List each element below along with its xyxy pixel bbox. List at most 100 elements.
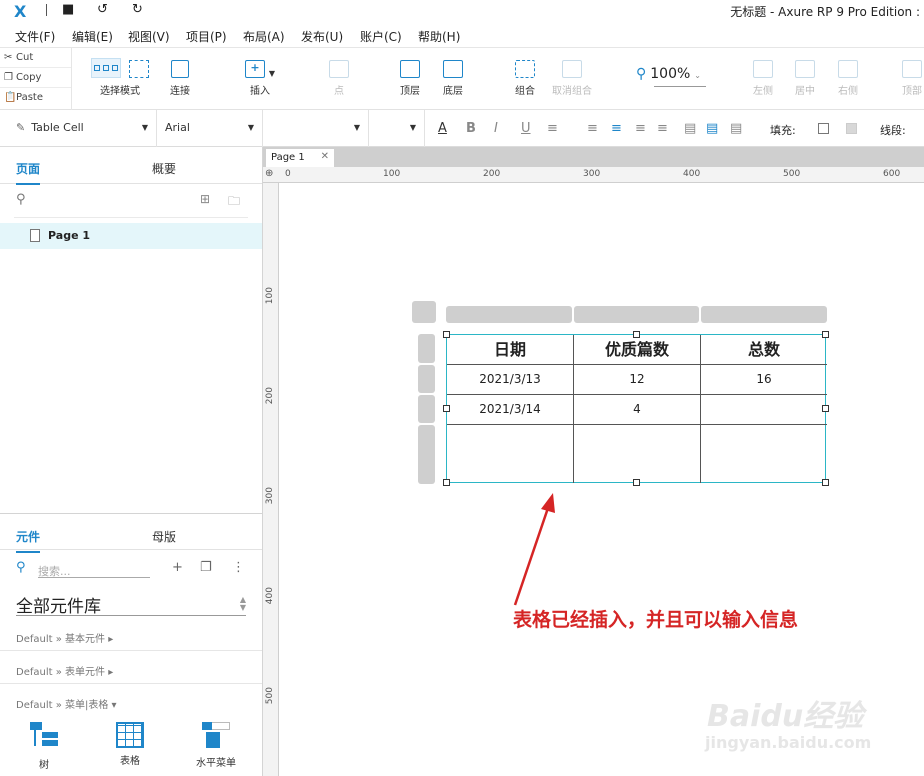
table-cell[interactable]: 4 (574, 395, 701, 425)
align-right-button[interactable]: 右侧 (833, 48, 863, 110)
bullet-list-icon[interactable]: ≡ (547, 121, 558, 136)
axure-logo-icon: X (14, 2, 27, 21)
ungroup-button[interactable]: 取消组合 (548, 48, 596, 110)
text-color-icon[interactable]: A (438, 121, 447, 136)
resize-handle[interactable] (443, 405, 450, 412)
column-selector[interactable] (701, 306, 827, 323)
valign-top-icon[interactable]: ▤ (684, 121, 696, 136)
align-left-button[interactable]: 左侧 (748, 48, 778, 110)
widget-tree[interactable]: 树 (14, 722, 74, 771)
section-menu-table[interactable]: Default » 菜单|表格 ▾ (0, 684, 262, 717)
align-text-left-icon[interactable]: ≡ (587, 121, 598, 136)
table-header-cell[interactable]: 优质篇数 (574, 335, 701, 365)
row-selector[interactable] (418, 334, 435, 363)
insert-button[interactable]: + ▼ 插入 (240, 48, 280, 110)
copy-button[interactable]: ❐ Copy (0, 68, 71, 88)
row-selector[interactable] (418, 395, 435, 423)
menu-edit[interactable]: 编辑(E) (72, 28, 113, 45)
page-tab[interactable]: Page 1 ✕ (266, 149, 334, 167)
menu-help[interactable]: 帮助(H) (418, 28, 460, 45)
search-icon[interactable]: ⚲ (16, 192, 26, 207)
font-weight-select[interactable]: ▼ (263, 110, 369, 147)
table-header-cell[interactable]: 总数 (701, 335, 827, 365)
section-basic[interactable]: Default » 基本元件 ▸ (0, 618, 262, 651)
select-mode-button[interactable]: 选择模式 (84, 48, 156, 110)
row-selector[interactable] (418, 365, 435, 393)
widget-table[interactable]: 表格 (100, 722, 160, 767)
menu-project[interactable]: 项目(P) (186, 28, 227, 45)
library-select[interactable]: 全部元件库 ▲ ▼ (16, 592, 246, 617)
resize-handle[interactable] (443, 331, 450, 338)
fill-shadow-swatch[interactable] (846, 123, 857, 134)
style-select[interactable]: ✎ Table Cell ▼ (0, 110, 157, 147)
resize-handle[interactable] (822, 405, 829, 412)
tree-icon (30, 722, 58, 752)
valign-middle-icon[interactable]: ▤ (706, 121, 718, 136)
table-cell[interactable] (701, 425, 827, 483)
design-canvas[interactable]: 日期 优质篇数 总数 2021/3/13 12 16 2021/3/14 4 表… (279, 183, 924, 776)
align-text-right-icon[interactable]: ≡ (635, 121, 646, 136)
italic-icon[interactable]: I (494, 121, 498, 136)
widget-horizontal-menu[interactable]: 水平菜单 (186, 722, 246, 769)
resize-handle[interactable] (633, 479, 640, 486)
fill-color-swatch[interactable] (818, 123, 829, 134)
add-library-icon[interactable]: + (172, 560, 183, 575)
save-icon[interactable]: ■ (62, 2, 74, 17)
menu-layout[interactable]: 布局(A) (243, 28, 285, 45)
table-select-all-handle[interactable] (412, 301, 436, 323)
menu-account[interactable]: 账户(C) (360, 28, 402, 45)
bring-front-button[interactable]: 顶层 (393, 48, 427, 110)
tab-outline[interactable]: 概要 (152, 160, 176, 177)
group-button[interactable]: 组合 (508, 48, 542, 110)
table-cell[interactable] (574, 425, 701, 483)
page-name: Page 1 (48, 229, 91, 242)
resize-handle[interactable] (443, 479, 450, 486)
align-top-button[interactable]: 顶部 (900, 48, 924, 110)
table-cell[interactable]: 2021/3/14 (447, 395, 574, 425)
table-cell[interactable]: 12 (574, 365, 701, 395)
library-manage-icon[interactable]: ❐ (200, 560, 212, 575)
data-table[interactable]: 日期 优质篇数 总数 2021/3/13 12 16 2021/3/14 4 (446, 334, 827, 483)
send-back-button[interactable]: 底层 (436, 48, 470, 110)
resize-handle[interactable] (822, 331, 829, 338)
connect-button[interactable]: 连接 (160, 48, 200, 110)
column-selector[interactable] (446, 306, 572, 323)
cut-button[interactable]: ✂ Cut (0, 48, 71, 68)
align-center-button[interactable]: 居中 (790, 48, 820, 110)
font-size-select[interactable]: ▼ (369, 110, 425, 147)
menu-file[interactable]: 文件(F) (15, 28, 55, 45)
tab-masters[interactable]: 母版 (152, 528, 176, 545)
table-cell[interactable] (447, 425, 574, 483)
more-icon[interactable]: ⋮ (232, 560, 245, 575)
zoom-control[interactable]: ⚲ 100% ⌄ (636, 66, 706, 87)
page-list-item[interactable]: Page 1 (0, 223, 262, 249)
section-form[interactable]: Default » 表单元件 ▸ (0, 651, 262, 684)
close-icon[interactable]: ✕ (321, 151, 329, 162)
align-text-center-icon[interactable]: ≡ (611, 121, 622, 136)
tab-pages[interactable]: 页面 (16, 160, 41, 185)
underline-icon[interactable]: U (521, 121, 531, 136)
add-folder-icon[interactable]: 🗀 (228, 192, 240, 213)
table-cell[interactable]: 16 (701, 365, 827, 395)
resize-handle[interactable] (633, 331, 640, 338)
line-label: 线段: (880, 124, 906, 137)
undo-icon[interactable]: ↺ (97, 2, 108, 17)
valign-bottom-icon[interactable]: ▤ (730, 121, 742, 136)
table-header-cell[interactable]: 日期 (447, 335, 574, 365)
resize-handle[interactable] (822, 479, 829, 486)
menu-publish[interactable]: 发布(U) (301, 28, 343, 45)
crosshair-icon: ⊕ (265, 168, 274, 179)
column-selector[interactable] (574, 306, 699, 323)
point-button[interactable]: 点 (322, 48, 356, 110)
tab-widgets[interactable]: 元件 (16, 528, 41, 553)
font-select[interactable]: Arial ▼ (157, 110, 263, 147)
justify-icon[interactable]: ≡ (657, 121, 668, 136)
menu-view[interactable]: 视图(V) (128, 28, 170, 45)
table-cell[interactable]: 2021/3/13 (447, 365, 574, 395)
paste-button[interactable]: 📋 Paste (0, 88, 71, 108)
redo-icon[interactable]: ↻ (132, 2, 143, 17)
table-cell[interactable] (701, 395, 827, 425)
bold-icon[interactable]: B (466, 121, 476, 136)
row-selector[interactable] (418, 425, 435, 484)
add-page-icon[interactable]: ⊞ (200, 192, 210, 206)
